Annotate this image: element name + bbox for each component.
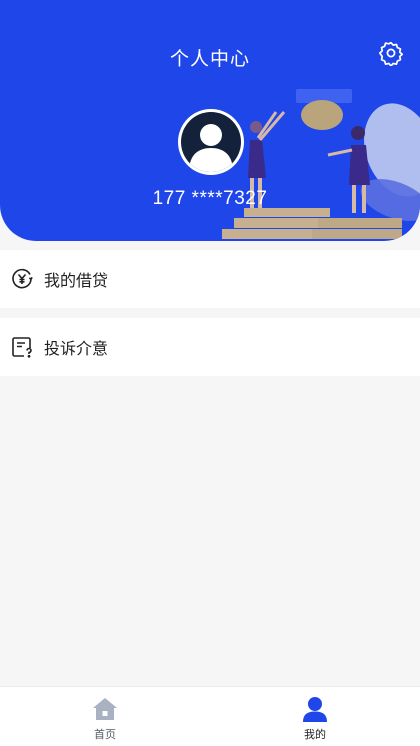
user-icon <box>301 695 329 723</box>
home-icon <box>91 695 119 723</box>
yen-coin-icon <box>10 267 34 291</box>
menu-item-complaints[interactable]: 投诉介意 <box>0 318 420 376</box>
phone-number: 177 ****7327 <box>152 188 268 209</box>
tab-mine[interactable]: 我的 <box>210 687 420 746</box>
gear-icon <box>378 40 404 70</box>
profile-header: 个人中心 177 ****7327 <box>0 0 420 241</box>
tab-home-label: 首页 <box>94 728 116 741</box>
menu-item-my-loans[interactable]: 我的借贷 <box>0 250 420 308</box>
bottom-tab-bar: 首页 我的 <box>0 686 420 746</box>
page-title: 个人中心 <box>169 48 250 70</box>
menu-item-label: 我的借贷 <box>44 271 109 290</box>
settings-button[interactable] <box>376 40 406 70</box>
avatar[interactable] <box>178 109 244 175</box>
tab-home[interactable]: 首页 <box>0 687 210 746</box>
user-avatar-icon <box>181 112 241 172</box>
menu-item-label: 投诉介意 <box>44 339 109 358</box>
tab-mine-label: 我的 <box>304 728 326 741</box>
feedback-document-icon <box>10 335 34 359</box>
